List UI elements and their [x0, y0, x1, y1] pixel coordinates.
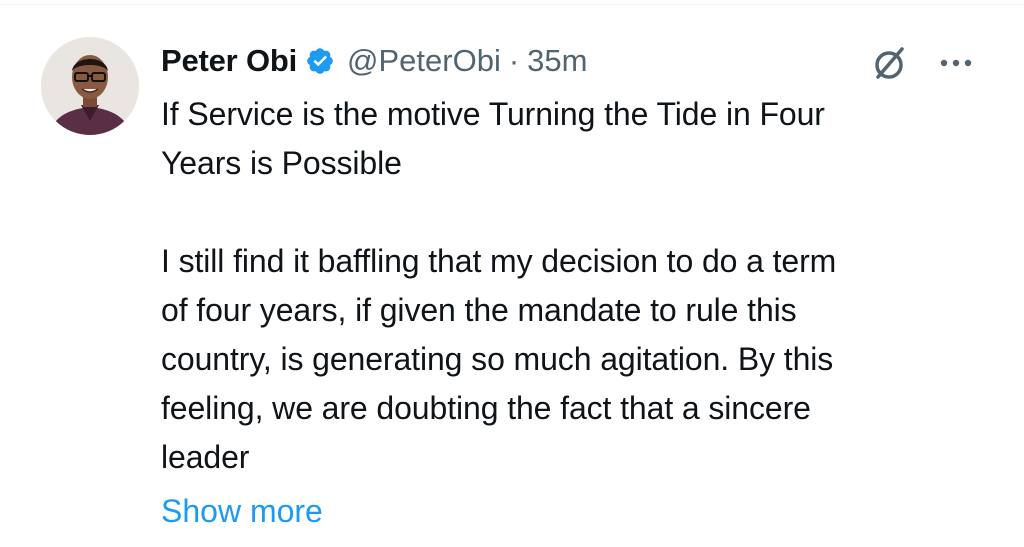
tweet[interactable]: Peter Obi @PeterObi · 35m If Service is … [0, 0, 1024, 547]
display-name[interactable]: Peter Obi [161, 43, 297, 79]
separator-dot: · [508, 43, 520, 78]
grok-icon[interactable] [870, 43, 910, 83]
avatar[interactable] [41, 37, 139, 135]
more-options-icon[interactable] [936, 49, 976, 77]
tweet-header: Peter Obi @PeterObi · 35m [161, 38, 587, 84]
verified-badge-icon [305, 46, 335, 76]
tweet-text: If Service is the motive Turning the Tid… [161, 96, 837, 475]
avatar-image [41, 37, 139, 135]
timestamp[interactable]: 35m [527, 43, 587, 79]
handle[interactable]: @PeterObi [347, 43, 501, 79]
show-more-link[interactable]: Show more [161, 487, 323, 536]
